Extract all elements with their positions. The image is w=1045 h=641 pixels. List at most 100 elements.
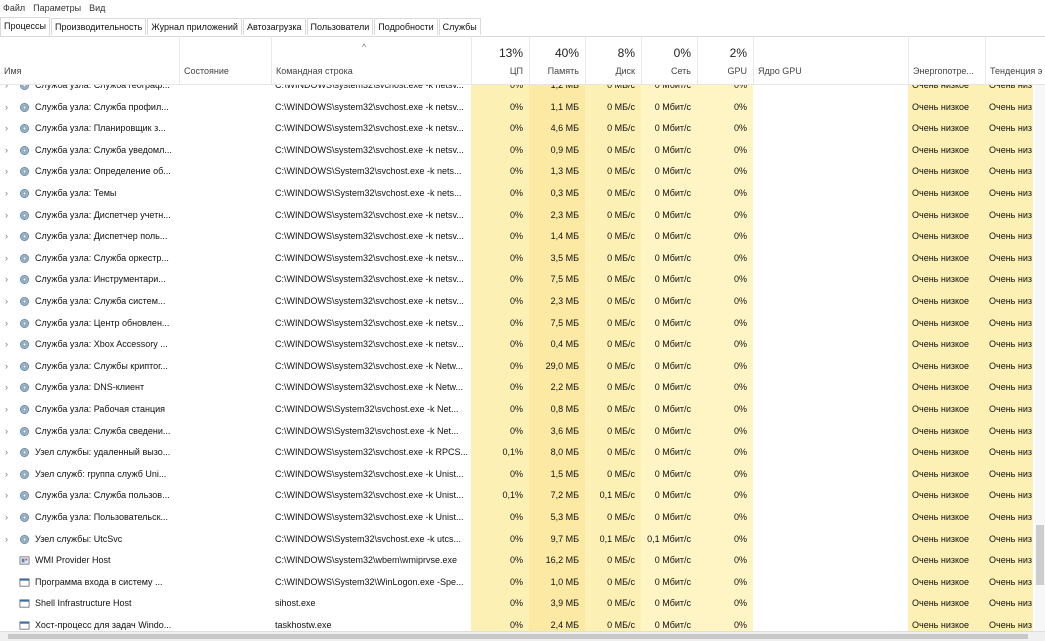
process-row[interactable]: › Служба узла: Служба уведомл... C:\WINDOW… [0, 139, 1045, 162]
col-command-line[interactable]: Командная строка [271, 36, 471, 84]
expand-chevron-icon[interactable]: › [5, 248, 8, 270]
expand-chevron-icon[interactable]: › [5, 226, 8, 248]
expand-chevron-icon[interactable]: › [5, 313, 8, 335]
cell-trend: Очень низ [985, 247, 1033, 270]
expand-chevron-icon[interactable]: › [5, 291, 8, 313]
process-row[interactable]: › Служба узла: Диспетчер учетн... C:\WINDO… [0, 204, 1045, 227]
process-row[interactable]: Хост-процесс для задач Windo... taskhostw… [0, 615, 1045, 631]
cell-cpu: 0% [471, 183, 529, 205]
expand-chevron-icon[interactable]: › [5, 85, 8, 97]
cell-trend: Очень низ [985, 183, 1033, 205]
col-network[interactable]: 0% Сеть [641, 36, 697, 84]
tab-processes[interactable]: Процессы [0, 17, 51, 36]
cell-gpu: 0% [697, 593, 753, 615]
process-row[interactable]: › Служба узла: Инструментари... C:\WINDOWS… [0, 269, 1045, 291]
expand-chevron-icon[interactable]: › [5, 97, 8, 119]
cell-gpu: 0% [697, 161, 753, 183]
process-row[interactable]: Shell Infrastructure Host sihost.exe 0% 3,9… [0, 593, 1045, 615]
process-row[interactable]: › Служба узла: Рабочая станция C:\WINDOWS\… [0, 399, 1045, 421]
process-row[interactable]: › Служба узла: Служба оркестр... C:\WINDOW… [0, 247, 1045, 270]
cell-gpu: 0% [697, 507, 753, 529]
process-name: Служба узла: Центр обновлен... [35, 317, 170, 328]
col-name[interactable]: Имя [0, 36, 179, 84]
expand-chevron-icon[interactable]: › [5, 356, 8, 378]
process-row[interactable]: › Служба узла: Служба пользов... C:\WINDOW… [0, 485, 1045, 507]
process-row[interactable]: › Узел службы: UtcSvc C:\WINDOWS\System32\… [0, 528, 1045, 551]
expand-chevron-icon[interactable]: › [5, 529, 8, 551]
expand-chevron-icon[interactable]: › [5, 485, 8, 507]
cell-power: Очень низкое [908, 226, 985, 248]
cell-cpu: 0% [471, 593, 529, 615]
cell-trend: Очень низ [985, 615, 1033, 631]
process-row[interactable]: WMI Provider Host C:\WINDOWS\system32\wbe… [0, 550, 1045, 572]
tab-users[interactable]: Пользователи [306, 18, 374, 35]
tab-performance[interactable]: Производительность [51, 18, 147, 35]
process-row[interactable]: › Служба узла: DNS-клиент C:\WINDOWS\syste… [0, 377, 1045, 399]
cell-cpu: 0% [471, 118, 529, 140]
process-row[interactable]: › Служба узла: Служба географ... C:\WINDOW… [0, 85, 1045, 97]
tab-details[interactable]: Подробности [374, 18, 438, 35]
vertical-scroll-thumb[interactable] [1036, 525, 1044, 585]
col-status[interactable]: Состояние [179, 36, 271, 84]
process-row[interactable]: Программа входа в систему ... C:\WINDOWS\… [0, 571, 1045, 594]
expand-chevron-icon[interactable]: › [5, 464, 8, 486]
process-row[interactable]: › Служба узла: Службы криптог... C:\WINDOW… [0, 355, 1045, 378]
cell-power: Очень низкое [908, 85, 985, 97]
cell-mem: 4,6 МБ [529, 118, 585, 140]
cell-mem: 29,0 МБ [529, 355, 585, 378]
process-name: Служба узла: Диспетчер поль... [35, 231, 168, 242]
expand-chevron-icon[interactable]: › [5, 161, 8, 183]
expand-chevron-icon[interactable]: › [5, 118, 8, 140]
process-list: › Служба узла: Служба географ... C:\WINDOW… [0, 85, 1045, 631]
cell-cmd: C:\WINDOWS\system32\svchost.exe -k Unist… [275, 512, 464, 522]
cell-cmd: C:\WINDOWS\system32\svchost.exe -k netsv… [275, 317, 464, 328]
menu-view[interactable]: Вид [86, 0, 108, 16]
expand-chevron-icon[interactable]: › [5, 442, 8, 464]
process-row[interactable]: › Служба узла: Центр обновлен... C:\WINDOW… [0, 312, 1045, 335]
col-power[interactable]: Энергопотре... [908, 36, 985, 84]
cell-trend: Очень низ [985, 399, 1033, 421]
process-row[interactable]: › Служба узла: Служба профил... C:\WINDOWS… [0, 96, 1045, 119]
process-row[interactable]: › Служба узла: Пользовательск... C:\WINDOW… [0, 507, 1045, 529]
expand-chevron-icon[interactable]: › [5, 205, 8, 227]
col-gpu-core[interactable]: Ядро GPU [753, 36, 908, 84]
process-row[interactable]: › Служба узла: Определение об... C:\WINDOW… [0, 161, 1045, 183]
col-memory[interactable]: 40% Память [529, 36, 585, 84]
tab-app-history[interactable]: Журнал приложений [147, 18, 242, 35]
tab-startup[interactable]: Автозагрузка [242, 18, 306, 35]
expand-chevron-icon[interactable]: › [5, 507, 8, 529]
expand-chevron-icon[interactable]: › [5, 421, 8, 443]
expand-chevron-icon[interactable]: › [5, 269, 8, 291]
col-gpu[interactable]: 2% GPU [697, 36, 753, 84]
vertical-scrollbar[interactable] [1035, 85, 1045, 631]
cell-power: Очень низкое [908, 377, 985, 399]
process-row[interactable]: › Служба узла: Служба сведени... C:\WINDOW… [0, 420, 1045, 443]
expand-chevron-icon[interactable]: › [5, 399, 8, 421]
cell-cmd: sihost.exe [275, 598, 316, 609]
cell-gpu: 0% [697, 139, 753, 162]
cell-trend: Очень низ [985, 85, 1033, 97]
horizontal-scroll-thumb[interactable] [8, 634, 1028, 639]
col-disk[interactable]: 8% Диск [585, 36, 641, 84]
process-row[interactable]: › Узел служб: группа служб Uni... C:\WINDO… [0, 463, 1045, 486]
expand-chevron-icon[interactable]: › [5, 140, 8, 162]
cell-gpu: 0% [697, 399, 753, 421]
expand-chevron-icon[interactable]: › [5, 377, 8, 399]
process-row[interactable]: › Служба узла: Планировщик з... C:\WINDOWS… [0, 118, 1045, 140]
process-row[interactable]: › Служба узла: Xbox Accessory ... C:\WINDO… [0, 334, 1045, 356]
process-row[interactable]: › Узел службы: удаленный вызо... C:\WINDOW… [0, 442, 1045, 464]
col-power-trend[interactable]: Тенденция э [985, 36, 1045, 84]
menu-file[interactable]: Файл [0, 0, 28, 16]
tab-services[interactable]: Службы [438, 18, 481, 35]
cell-mem: 2,2 МБ [529, 377, 585, 399]
col-cpu-label: ЦП [509, 66, 523, 76]
gear-icon [19, 382, 30, 393]
process-row[interactable]: › Служба узла: Служба систем... C:\WINDOWS… [0, 291, 1045, 313]
expand-chevron-icon[interactable]: › [5, 334, 8, 356]
col-cpu[interactable]: 13% ЦП [471, 36, 529, 84]
cell-disk: 0 МБ/с [585, 269, 641, 291]
expand-chevron-icon[interactable]: › [5, 183, 8, 205]
process-row[interactable]: › Служба узла: Диспетчер поль... C:\WINDOW… [0, 226, 1045, 248]
process-row[interactable]: › Служба узла: Темы C:\WINDOWS\System32\sv… [0, 183, 1045, 205]
menu-options[interactable]: Параметры [30, 0, 84, 16]
